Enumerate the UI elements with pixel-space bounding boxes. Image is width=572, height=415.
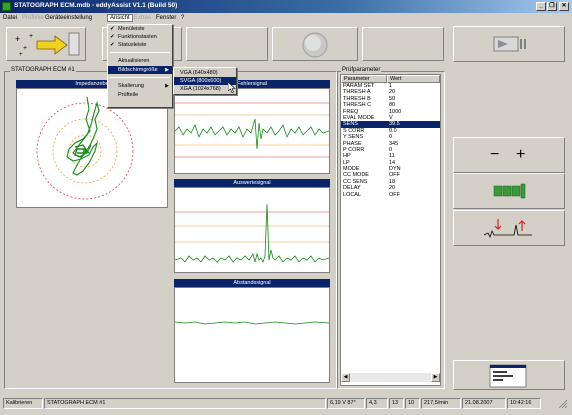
zoom-button[interactable]: − +: [453, 137, 565, 173]
parameter-table-header: Parameter Wert: [341, 75, 440, 83]
submenu-arrow-icon: ▶: [165, 83, 169, 89]
status-device: STATOGRAPH ECM #1: [44, 398, 326, 409]
svg-text:+: +: [23, 45, 27, 52]
mini-window-button[interactable]: [453, 360, 565, 390]
menu-extras[interactable]: Extras: [134, 15, 151, 21]
menu-item-bildschirmgroesse[interactable]: Bildschirmgröße: [108, 66, 172, 74]
menu-help[interactable]: ?: [181, 15, 184, 21]
menu-geraeteeinstellung[interactable]: Geräteeinstellung: [45, 15, 92, 21]
layout-button[interactable]: [453, 173, 565, 209]
abstandssignal-title: Abstandssignal: [174, 279, 330, 287]
app-icon: [2, 2, 11, 11]
status-speed: 217,5/min: [421, 398, 461, 409]
status-value-1: 4,3: [366, 398, 388, 409]
maximize-button[interactable]: ❐: [547, 2, 557, 11]
menu-pruefline[interactable]: Prüflinie: [22, 15, 44, 21]
menu-separator: [110, 77, 170, 78]
svg-text:+: +: [19, 52, 23, 58]
instrument-group-label: STATOGRAPH ECM #1: [10, 67, 76, 73]
ansicht-dropdown: ✔ Menüleiste ✔ Funktionstasten ✔ Statusl…: [107, 24, 173, 108]
window-title: STATOGRAPH ECM.mdb - eddyAssist V1.1 (Bu…: [14, 2, 178, 9]
status-voltage: 6,19 V 87°: [327, 398, 365, 409]
menu-item-xga[interactable]: XGA (1024x768): [174, 85, 236, 93]
svg-text:+: +: [15, 34, 20, 44]
fehlersignal-plot: [174, 88, 330, 174]
window-preview-icon: [489, 364, 527, 388]
menu-datei[interactable]: Datei: [3, 15, 17, 21]
signal-threshold-button[interactable]: [453, 210, 565, 246]
minimize-button[interactable]: _: [536, 2, 546, 11]
parameter-hscroll[interactable]: ◀ ▶: [341, 373, 440, 382]
wand-sparkle-icon: + + + +: [15, 32, 80, 58]
menu-item-aktualisieren[interactable]: Aktualisieren: [108, 57, 172, 65]
parameter-name: LOCAL: [343, 191, 362, 198]
menu-item-statusleiste[interactable]: Statusleiste: [108, 41, 172, 49]
status-value-3: 10: [405, 398, 420, 409]
status-time: 10:42:16: [507, 398, 541, 409]
status-value-2: 13: [389, 398, 404, 409]
menu-separator: [110, 52, 170, 53]
menu-item-pruefteile[interactable]: Prüfteile: [108, 91, 172, 99]
parameter-rows: PARAM SET 1 THRESH A 20 THRESH B 50 THRESH C 80…: [341, 83, 440, 198]
toolbar-button-4[interactable]: [272, 27, 358, 61]
mouse-cursor-icon: [228, 82, 236, 93]
abstandssignal-plot: [174, 287, 330, 383]
parameter-group-label: Prüfparameter: [341, 67, 382, 73]
circle-icon: [302, 32, 328, 58]
menu-item-menueleiste[interactable]: Menüleiste: [108, 25, 172, 33]
menu-ansicht[interactable]: Ansicht: [107, 14, 133, 22]
menu-fenster[interactable]: Fenster: [156, 15, 176, 21]
status-bar: Kalibrieren STATOGRAPH ECM #1 6,19 V 87°…: [0, 397, 572, 410]
col-header-parameter[interactable]: Parameter: [341, 75, 387, 83]
col-header-value[interactable]: Wert: [387, 75, 440, 83]
signal-arrows-icon: [483, 219, 532, 239]
menu-bar: Datei Prüflinie Geräteeinstellung Ansich…: [0, 13, 572, 24]
title-bar: STATOGRAPH ECM.mdb - eddyAssist V1.1 (Bu…: [0, 0, 572, 13]
toolbar-button-5[interactable]: [362, 27, 444, 61]
grid-icon: [493, 183, 526, 199]
svg-text:+: +: [29, 33, 33, 40]
play-icon: [493, 36, 526, 52]
auswertesignal-plot: [174, 187, 330, 273]
play-view-button[interactable]: [453, 26, 565, 62]
toolbar: + + + +: [0, 25, 445, 63]
toolbar-button-3[interactable]: [186, 27, 268, 61]
menu-item-vga[interactable]: VGA (640x480): [174, 69, 236, 77]
scroll-right-button[interactable]: ▶: [431, 373, 440, 382]
status-date: 21.08.2007: [462, 398, 506, 409]
zoom-minus-icon[interactable]: −: [490, 146, 499, 164]
table-row[interactable]: LOCAL OFF: [341, 192, 440, 198]
menu-item-skalierung[interactable]: Skalierung: [108, 82, 172, 90]
resize-grip-icon[interactable]: [556, 399, 568, 409]
parameter-value[interactable]: OFF: [387, 192, 440, 198]
scroll-left-button[interactable]: ◀: [341, 373, 350, 382]
parameter-table[interactable]: Parameter Wert PARAM SET 1 THRESH A 20 THRES…: [340, 74, 441, 386]
zoom-plus-icon[interactable]: +: [516, 146, 525, 164]
status-mode: Kalibrieren: [3, 398, 43, 409]
auswertesignal-title: Auswertesignal: [174, 179, 330, 187]
menu-item-svga[interactable]: SVGA (800x600): [174, 77, 236, 85]
calibrate-button[interactable]: + + + +: [6, 27, 86, 61]
submenu-arrow-icon: ▶: [165, 67, 169, 73]
menu-item-funktionstasten[interactable]: Funktionstasten: [108, 33, 172, 41]
close-button[interactable]: ✕: [559, 2, 569, 11]
